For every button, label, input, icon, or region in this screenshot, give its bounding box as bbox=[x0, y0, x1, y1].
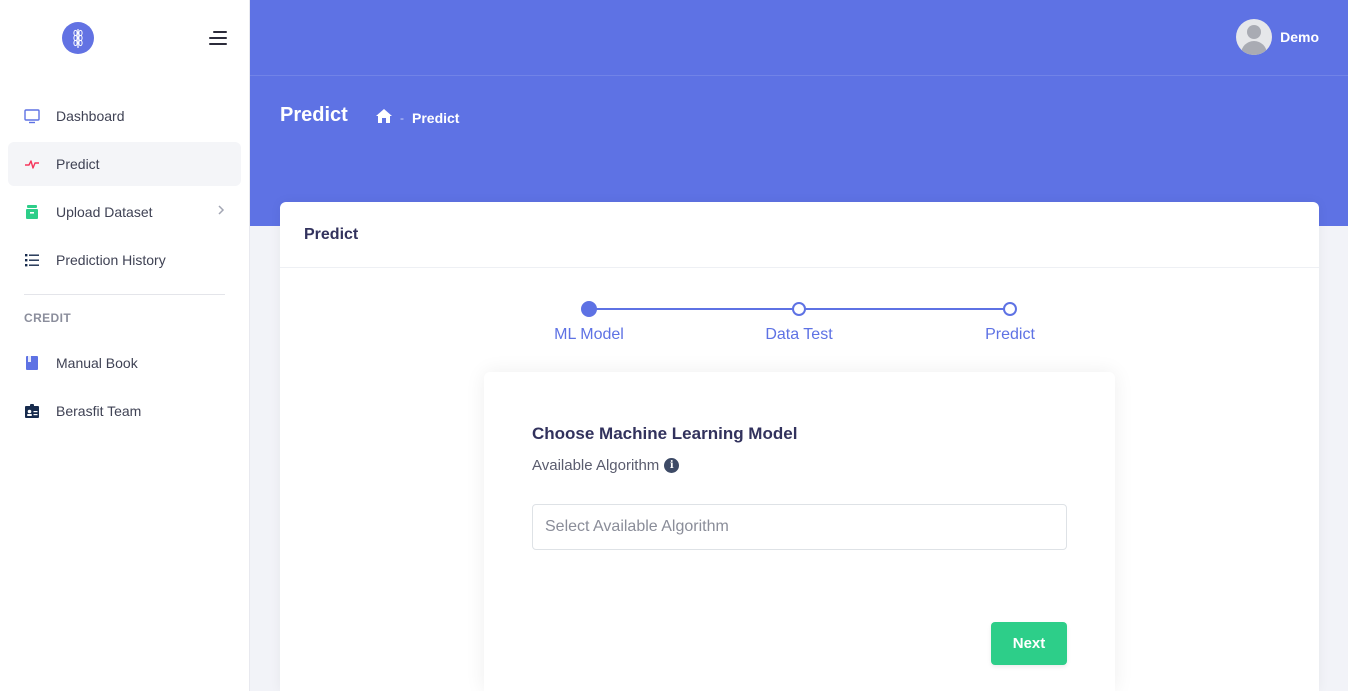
sidebar-section-title: CREDIT bbox=[24, 311, 72, 325]
info-icon[interactable]: i bbox=[664, 458, 680, 473]
algorithm-select-placeholder: Select Available Algorithm bbox=[545, 518, 729, 535]
next-button[interactable]: Next bbox=[991, 622, 1067, 665]
step-label-ml-model[interactable]: ML Model bbox=[519, 326, 659, 344]
sidebar-item-label: Manual Book bbox=[56, 355, 138, 371]
sidebar-item-dashboard[interactable]: Dashboard bbox=[8, 94, 241, 138]
breadcrumb-current: Predict bbox=[412, 109, 460, 126]
id-badge-icon bbox=[24, 403, 40, 419]
algorithm-select[interactable]: Select Available Algorithm bbox=[532, 504, 1067, 550]
user-icon bbox=[1247, 25, 1262, 39]
sidebar-item-manual-book[interactable]: Manual Book bbox=[8, 341, 241, 385]
chevron-right-icon bbox=[217, 204, 225, 219]
sidebar-divider bbox=[24, 294, 225, 295]
wheat-logo-icon[interactable] bbox=[62, 22, 94, 54]
sidebar-item-predict[interactable]: Predict bbox=[8, 142, 241, 186]
archive-icon bbox=[24, 204, 40, 220]
predict-card: Predict ML Model Data Test Predict Choos… bbox=[280, 202, 1319, 691]
user-name: Demo bbox=[1280, 29, 1319, 45]
step-connector bbox=[799, 308, 1009, 310]
form-title: Choose Machine Learning Model bbox=[532, 424, 798, 443]
card-header: Predict bbox=[280, 202, 1319, 268]
pulse-icon bbox=[24, 156, 40, 172]
sidebar-item-berasfit-team[interactable]: Berasfit Team bbox=[8, 389, 241, 433]
sidebar: Dashboard Predict Upload Dataset Predict… bbox=[0, 0, 250, 691]
step-dot-ml-model[interactable] bbox=[581, 301, 597, 317]
step-connector bbox=[589, 308, 799, 310]
sidebar-item-upload-dataset[interactable]: Upload Dataset bbox=[8, 190, 241, 234]
step-dot-predict[interactable] bbox=[1003, 302, 1017, 316]
sidebar-item-label: Dashboard bbox=[56, 108, 125, 124]
sidebar-item-label: Upload Dataset bbox=[56, 204, 153, 220]
avatar bbox=[1236, 19, 1273, 55]
page-title: Predict bbox=[280, 104, 348, 126]
sidebar-brand bbox=[0, 0, 249, 76]
topbar: Demo bbox=[250, 0, 1348, 76]
list-icon bbox=[24, 252, 40, 268]
step-label-data-test[interactable]: Data Test bbox=[729, 326, 869, 344]
breadcrumb: - Predict bbox=[376, 109, 459, 126]
model-form-card: Choose Machine Learning Model Available … bbox=[484, 372, 1115, 691]
sidebar-item-prediction-history[interactable]: Prediction History bbox=[8, 238, 241, 282]
menu-toggle-icon[interactable] bbox=[205, 30, 227, 46]
stepper: ML Model Data Test Predict bbox=[280, 298, 1319, 358]
monitor-icon bbox=[24, 108, 40, 124]
sidebar-nav: Dashboard Predict Upload Dataset Predict… bbox=[0, 76, 249, 433]
form-subtitle: Available Algorithm i bbox=[532, 457, 680, 474]
breadcrumb-separator: - bbox=[400, 110, 404, 125]
sidebar-item-label: Berasfit Team bbox=[56, 403, 142, 419]
step-label-predict[interactable]: Predict bbox=[940, 326, 1080, 344]
step-dot-data-test[interactable] bbox=[792, 302, 806, 316]
sidebar-item-label: Predict bbox=[56, 156, 100, 172]
home-icon[interactable] bbox=[376, 109, 392, 126]
user-menu[interactable]: Demo bbox=[1236, 19, 1319, 55]
card-title: Predict bbox=[304, 226, 359, 243]
sidebar-item-label: Prediction History bbox=[56, 252, 166, 268]
book-icon bbox=[24, 355, 40, 371]
